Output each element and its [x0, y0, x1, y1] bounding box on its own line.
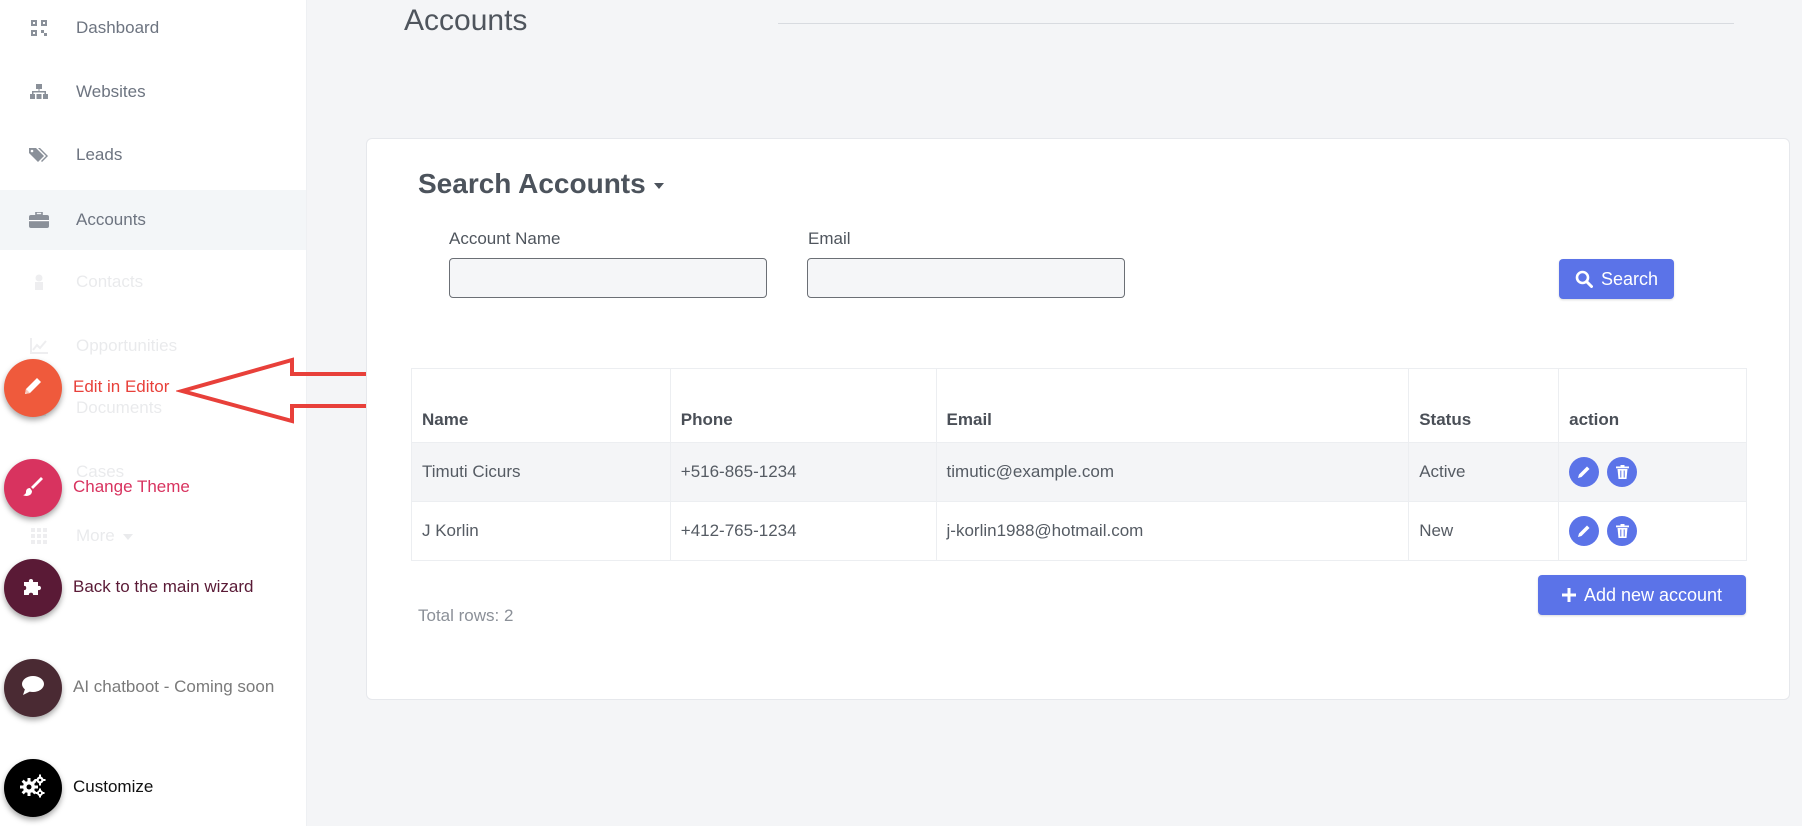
- trash-icon: [1615, 524, 1629, 538]
- brush-icon: [21, 474, 45, 503]
- sitemap-icon: [28, 81, 50, 103]
- column-header-name[interactable]: Name: [411, 368, 671, 443]
- delete-row-button[interactable]: [1607, 516, 1638, 546]
- ai-chatbot-label[interactable]: AI chatboot - Coming soon: [73, 677, 274, 697]
- sidebar-item-websites[interactable]: Websites: [0, 64, 306, 120]
- account-name-label: Account Name: [449, 229, 561, 248]
- edit-row-button[interactable]: [1569, 516, 1600, 546]
- column-header-email[interactable]: Email: [935, 368, 1410, 443]
- sidebar-item-label: Websites: [76, 82, 146, 101]
- puzzle-icon: [21, 574, 45, 603]
- table-header-row: Name Phone Email Status action: [411, 368, 1747, 443]
- caret-down-icon: [122, 533, 133, 540]
- pencil-icon: [1578, 466, 1590, 478]
- email-input[interactable]: [807, 258, 1125, 298]
- add-new-account-label: Add new account: [1583, 584, 1723, 605]
- column-header-action: action: [1558, 368, 1747, 443]
- cell-name: J Korlin: [411, 501, 671, 561]
- cell-actions: [1558, 442, 1747, 502]
- cell-name: Timuti Cicurs: [411, 442, 671, 502]
- delete-row-button[interactable]: [1607, 457, 1638, 487]
- customize-label[interactable]: Customize: [73, 777, 153, 797]
- table-row: Timuti Cicurs +516-865-1234 timutic@exam…: [411, 442, 1747, 502]
- add-new-account-button[interactable]: Add new account: [1538, 575, 1746, 615]
- sidebar-item-label: Dashboard: [76, 18, 160, 37]
- pencil-icon: [21, 374, 45, 403]
- edit-row-button[interactable]: [1569, 457, 1600, 487]
- user-icon: [28, 271, 50, 293]
- qrcode-icon: [28, 17, 50, 39]
- account-name-input[interactable]: [449, 258, 767, 298]
- cell-email: j-korlin1988@hotmail.com: [935, 501, 1410, 561]
- search-accounts-toggle[interactable]: Search Accounts: [418, 168, 664, 200]
- sidebar-item-leads[interactable]: Leads: [0, 127, 306, 183]
- caret-down-icon: [653, 182, 664, 189]
- briefcase-icon: [28, 209, 50, 231]
- sidebar-item-accounts[interactable]: Accounts: [0, 190, 306, 250]
- title-divider: [778, 23, 1734, 24]
- cell-phone: +412-765-1234: [669, 501, 937, 561]
- column-header-phone[interactable]: Phone: [669, 368, 937, 443]
- change-theme-label[interactable]: Change Theme: [73, 477, 190, 497]
- pencil-icon: [1578, 525, 1590, 537]
- page-title: Accounts: [404, 4, 528, 37]
- trash-icon: [1615, 465, 1629, 479]
- sidebar-item-label: Opportunities: [76, 336, 178, 355]
- gears-icon: [19, 773, 47, 804]
- plus-icon: [1561, 588, 1576, 602]
- chart-line-icon: [28, 335, 50, 357]
- total-rows: Total rows: 2: [418, 606, 514, 625]
- sidebar-item-contacts[interactable]: Contacts: [0, 254, 306, 310]
- search-accounts-title: Search Accounts: [418, 168, 646, 199]
- cell-status: Active: [1408, 442, 1560, 502]
- main-wizard-label[interactable]: Back to the main wizard: [73, 577, 253, 597]
- edit-in-editor-button[interactable]: [4, 359, 62, 417]
- customize-button[interactable]: [4, 759, 62, 817]
- search-button[interactable]: Search: [1559, 259, 1674, 299]
- change-theme-button[interactable]: [4, 459, 62, 517]
- cell-actions: [1558, 501, 1747, 561]
- chat-icon: [20, 674, 46, 703]
- sidebar-item-label: Leads: [76, 145, 123, 164]
- cell-status: New: [1408, 501, 1560, 561]
- main-wizard-button[interactable]: [4, 559, 62, 617]
- search-button-label: Search: [1600, 268, 1659, 289]
- table-row: J Korlin +412-765-1234 j-korlin1988@hotm…: [411, 501, 1747, 561]
- sidebar-item-label: More: [76, 526, 133, 546]
- sidebar-item-dashboard[interactable]: Dashboard: [0, 0, 306, 56]
- sidebar-item-more[interactable]: More: [0, 508, 306, 564]
- cell-phone: +516-865-1234: [669, 442, 937, 502]
- search-icon: [1575, 270, 1593, 288]
- grid-icon: [28, 525, 50, 547]
- edit-in-editor-label[interactable]: Edit in Editor: [73, 377, 169, 397]
- cell-email: timutic@example.com: [935, 442, 1410, 502]
- ai-chatbot-button[interactable]: [4, 659, 62, 717]
- tags-icon: [28, 144, 50, 166]
- sidebar-item-label: Accounts: [76, 210, 146, 229]
- accounts-table: Name Phone Email Status action Timuti Ci…: [411, 368, 1747, 561]
- column-header-status[interactable]: Status: [1408, 368, 1560, 443]
- email-label: Email: [808, 229, 851, 248]
- sidebar-item-label: Documents: [76, 398, 162, 417]
- sidebar-item-label: Contacts: [76, 272, 144, 291]
